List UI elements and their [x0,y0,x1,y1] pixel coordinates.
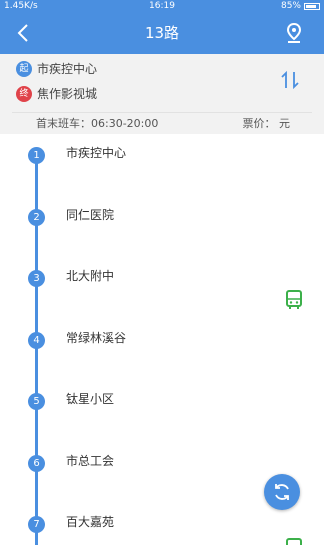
stop-item[interactable]: 5 钛星小区 [0,387,324,417]
stop-item[interactable]: 2 同仁医院 [0,203,324,233]
stop-number: 2 [28,209,45,226]
stop-number: 6 [28,455,45,472]
fare: 票价： 元 [242,117,291,130]
stop-item[interactable]: 3 北大附中 [0,264,324,294]
stop-item[interactable]: 1 市疾控中心 [0,141,324,171]
swap-direction-icon [281,70,299,90]
status-bar: 1.45K/s 16:19 85% [0,0,324,12]
stop-item[interactable]: 4 常绿林溪谷 [0,326,324,356]
stop-number: 4 [28,332,45,349]
bus-icon [285,290,303,310]
status-right: 85% [281,0,320,12]
service-times: 首末班车：06:30-20:00 [36,117,159,130]
stop-name: 常绿林溪谷 [66,331,127,345]
divider [12,112,312,113]
swap-direction-button[interactable] [278,68,302,92]
end-stop-name: 焦作影视城 [37,87,98,101]
end-stop-line: 终 焦作影视城 [16,85,97,102]
stop-name: 市疾控中心 [66,146,127,160]
stop-number: 5 [28,393,45,410]
stop-name: 钛星小区 [66,392,115,406]
refresh-button[interactable] [264,474,300,510]
battery-percent: 85% [280,1,301,11]
location-button[interactable] [282,21,306,45]
stop-number: 7 [28,516,45,533]
battery-icon [304,2,320,10]
stop-name: 百大嘉苑 [66,515,115,529]
stop-name: 同仁医院 [66,208,115,222]
status-time: 16:19 [149,1,175,11]
stop-name: 北大附中 [66,269,115,283]
stop-item[interactable]: 7 百大嘉苑 [0,510,324,540]
start-stop-line: 起 市疾控中心 [16,60,97,77]
end-badge: 终 [16,85,32,102]
start-badge: 起 [16,60,32,77]
start-stop-name: 市疾控中心 [37,62,98,76]
refresh-icon [275,484,289,500]
stop-number: 1 [28,147,45,164]
bus-icon [285,538,303,545]
location-pin-icon [286,22,302,43]
nav-bar: 13路 [0,12,324,54]
stop-number: 3 [28,270,45,287]
page-title: 13路 [144,24,180,42]
route-info-panel: 起 市疾控中心 终 焦作影视城 首末班车：06:30-20:00 票价： 元 [0,54,324,134]
stop-name: 市总工会 [66,454,115,468]
